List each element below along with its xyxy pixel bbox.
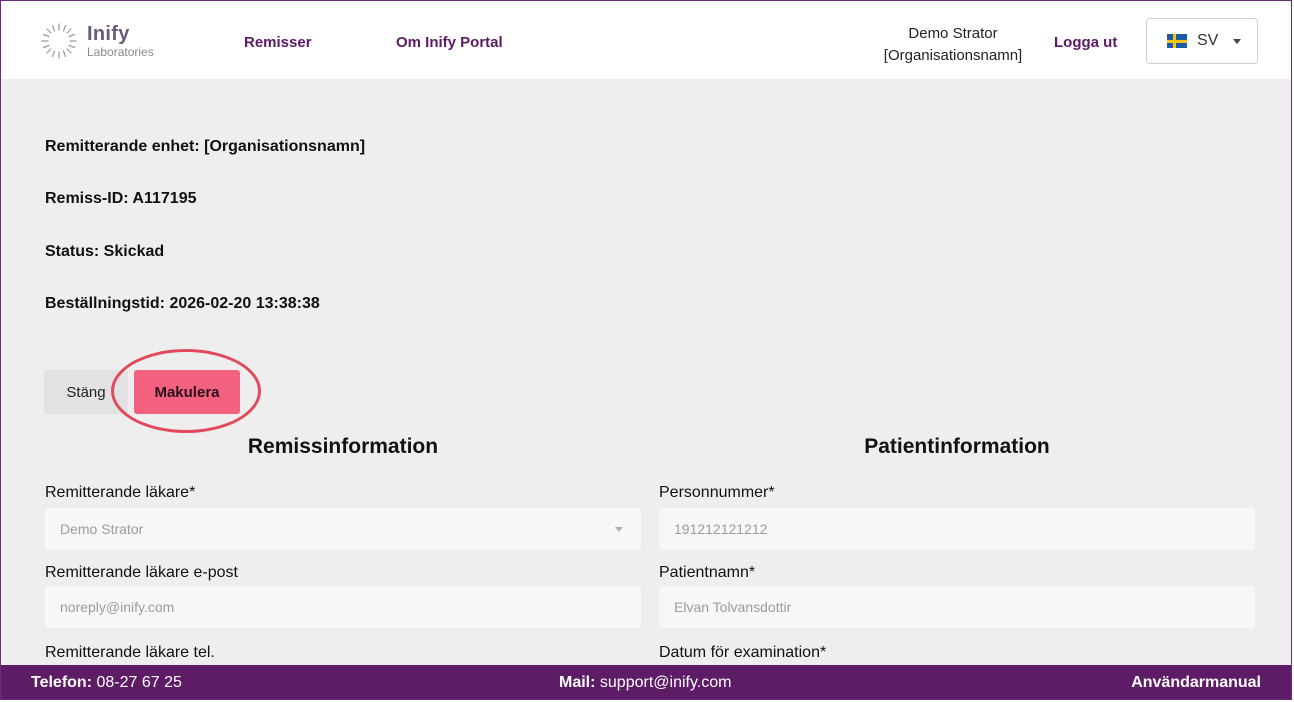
cancel-referral-button[interactable]: Makulera (134, 370, 240, 414)
examination-date-label: Datum för examination* (659, 644, 827, 661)
inify-logo[interactable]: Inify Laboratories (39, 21, 154, 61)
close-button[interactable]: Stäng (44, 370, 128, 414)
patient-name-value: Elvan Tolvansdottir (674, 599, 792, 615)
referring-doctor-email-field[interactable]: noreply@inify.com (45, 586, 641, 628)
footer-phone-label: Telefon: (31, 674, 93, 691)
personal-number-field[interactable]: 191212121212 (659, 508, 1255, 550)
referring-doctor-phone-label: Remitterande läkare tel. (45, 644, 215, 661)
referring-doctor-label: Remitterande läkare* (45, 484, 196, 501)
patient-info-title: Patientinformation (864, 435, 1050, 458)
top-header: Inify Laboratories Remisser Om Inify Por… (1, 1, 1291, 79)
language-code: SV (1197, 32, 1219, 49)
footer-bar: Telefon: 08-27 67 25 Mail: support@inify… (1, 665, 1291, 699)
referral-id: Remiss-ID: A117195 (45, 190, 197, 207)
patient-name-field[interactable]: Elvan Tolvansdottir (659, 586, 1255, 628)
nav-om-inify-portal[interactable]: Om Inify Portal (396, 34, 503, 51)
referring-doctor-email-label: Remitterande läkare e-post (45, 564, 238, 581)
footer-mail: Mail: support@inify.com (559, 674, 731, 692)
nav-remisser[interactable]: Remisser (244, 34, 312, 51)
logo-name: Inify (87, 23, 130, 45)
sweden-flag-icon (1167, 34, 1187, 48)
logo-sunburst-icon (41, 23, 77, 59)
user-organisation: [Organisationsnamn] (883, 47, 1023, 64)
referring-doctor-value: Demo Strator (60, 521, 144, 537)
app-window: Inify Laboratories Remisser Om Inify Por… (0, 0, 1292, 700)
referring-unit: Remitterande enhet: [Organisationsnamn] (45, 138, 366, 155)
referral-info-title: Remissinformation (247, 435, 439, 458)
footer-phone: Telefon: 08-27 67 25 (31, 674, 182, 692)
language-select[interactable]: SV (1146, 18, 1258, 64)
order-time: Beställningstid: 2026-02-20 13:38:38 (45, 295, 320, 312)
user-name: Demo Strator (908, 25, 998, 42)
footer-mail-value[interactable]: support@inify.com (600, 674, 732, 691)
personal-number-value: 191212121212 (674, 521, 768, 537)
chevron-down-icon (1233, 39, 1241, 44)
user-manual-link[interactable]: Användarmanual (1131, 674, 1261, 692)
footer-phone-value: 08-27 67 25 (96, 674, 182, 691)
footer-mail-label: Mail: (559, 674, 596, 691)
referring-doctor-select[interactable]: Demo Strator (45, 508, 641, 550)
user-info: Demo Strator [Organisationsnamn] (863, 23, 1043, 67)
logo-subtitle: Laboratories (87, 45, 154, 59)
chevron-down-icon (615, 527, 623, 532)
logo-wordmark: Inify Laboratories (87, 24, 154, 58)
referral-status: Status: Skickad (45, 243, 165, 260)
patient-name-label: Patientnamn* (659, 564, 756, 581)
referring-doctor-email-value: noreply@inify.com (60, 599, 175, 615)
logout-link[interactable]: Logga ut (1054, 34, 1117, 51)
personal-number-label: Personnummer* (659, 484, 775, 501)
